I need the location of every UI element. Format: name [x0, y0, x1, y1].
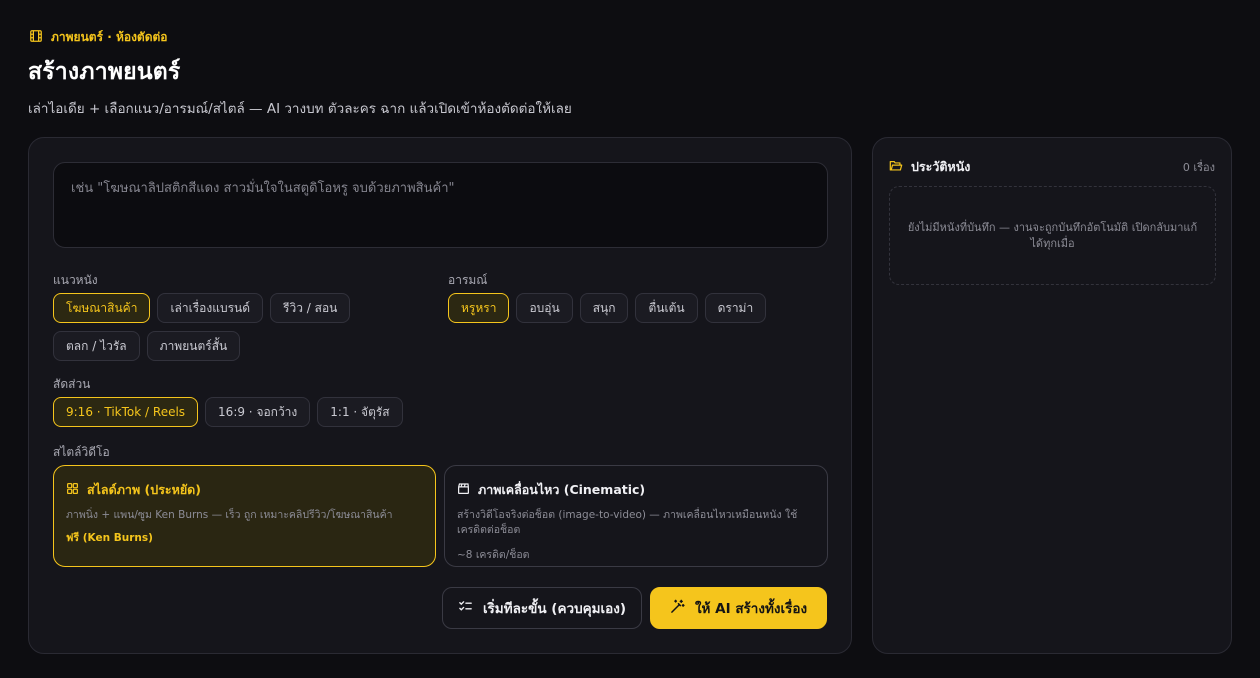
style-card-price: ฟรี (Ken Burns): [66, 532, 153, 544]
page-title: สร้างภาพยนตร์: [28, 59, 181, 85]
genre-label: แนวหนัง: [53, 273, 98, 287]
genre-chip[interactable]: รีวิว / สอน: [270, 293, 351, 323]
history-panel: ประวัติหนัง 0 เรื่อง ยังไม่มีหนังที่บันท…: [872, 137, 1232, 654]
ratio-options: 9:16 · TikTok / Reels 16:9 · จอกว้าง 1:1 ·…: [53, 397, 613, 427]
style-card-description: สร้างวิดีโอจริงต่อช็อต (image-to-video) …: [457, 509, 798, 536]
mood-label: อารมณ์: [448, 273, 488, 287]
ratio-chip[interactable]: 1:1 · จัตุรัส: [317, 397, 403, 427]
style-card-description: ภาพนิ่ง + แพน/ซูม Ken Burns — เร็ว ถูก เ…: [66, 509, 393, 521]
ratio-chip[interactable]: 9:16 · TikTok / Reels: [53, 397, 199, 427]
history-empty-state: ยังไม่มีหนังที่บันทึก — งานจะถูกบันทึกอั…: [889, 186, 1216, 285]
history-count: 0 เรื่อง: [1182, 161, 1215, 174]
page-subtitle: เล่าไอเดีย + เลือกแนว/อารมณ์/สไตล์ — AI …: [28, 101, 572, 117]
step-by-step-button[interactable]: เริ่มทีละขั้น (ควบคุมเอง): [442, 587, 642, 629]
style-card-title: ภาพเคลื่อนไหว (Cinematic): [478, 482, 646, 497]
grid-icon: [66, 482, 79, 498]
history-title: ประวัติหนัง: [911, 159, 971, 174]
genre-chip[interactable]: ตลก / ไวรัล: [53, 331, 140, 361]
genre-options: โฆษณาสินค้า เล่าเรื่องแบรนด์ รีวิว / สอนตล…: [53, 293, 423, 361]
genre-chip[interactable]: โฆษณาสินค้า: [53, 293, 151, 323]
style-card-slideshow[interactable]: สไลด์ภาพ (ประหยัด) ภาพนิ่ง + แพน/ซูม Ken…: [53, 465, 436, 567]
step-by-step-label: เริ่มทีละขั้น (ควบคุมเอง): [482, 601, 627, 617]
mood-options: หรูหรา อบอุ่น สนุก ตื่นเต้น ดราม่า: [448, 293, 828, 323]
mood-chip[interactable]: อบอุ่น: [516, 293, 573, 323]
magic-wand-icon: [670, 599, 685, 618]
create-movie-panel: แนวหนัง โฆษณาสินค้าเล่าเรื่องแบรนด์รีวิว…: [28, 137, 852, 654]
style-label: สไตล์วิดีโอ: [53, 445, 110, 459]
idea-input[interactable]: [53, 162, 828, 248]
ratio-label: สัดส่วน: [53, 377, 91, 391]
ratio-chip[interactable]: 16:9 · จอกว้าง: [205, 397, 311, 427]
mood-chip[interactable]: ดราม่า: [704, 293, 767, 323]
style-card-cinematic[interactable]: ภาพเคลื่อนไหว (Cinematic) สร้างวิดีโอจริ…: [444, 465, 828, 567]
ai-generate-label: ให้ AI สร้างทั้งเรื่อง: [694, 601, 808, 617]
mood-chip[interactable]: สนุก: [579, 293, 629, 323]
ai-generate-button[interactable]: ให้ AI สร้างทั้งเรื่อง: [650, 587, 827, 629]
folder-icon: [889, 159, 903, 176]
breadcrumb: ภาพยนตร์ · ห้องตัดต่อ: [29, 28, 168, 47]
breadcrumb-label: ภาพยนตร์ · ห้องตัดต่อ: [51, 30, 168, 44]
film-icon: [29, 29, 43, 46]
mood-chip[interactable]: ตื่นเต้น: [635, 293, 698, 323]
mood-chip[interactable]: หรูหรา: [448, 293, 510, 323]
style-card-title: สไลด์ภาพ (ประหยัด): [87, 482, 202, 497]
checklist-icon: [458, 599, 473, 618]
genre-chip[interactable]: เล่าเรื่องแบรนด์: [157, 293, 264, 323]
style-card-price: ~8 เครดิต/ช็อต: [457, 549, 530, 561]
genre-chip[interactable]: ภาพยนตร์สั้น: [146, 331, 241, 361]
clapperboard-icon: [457, 482, 470, 498]
